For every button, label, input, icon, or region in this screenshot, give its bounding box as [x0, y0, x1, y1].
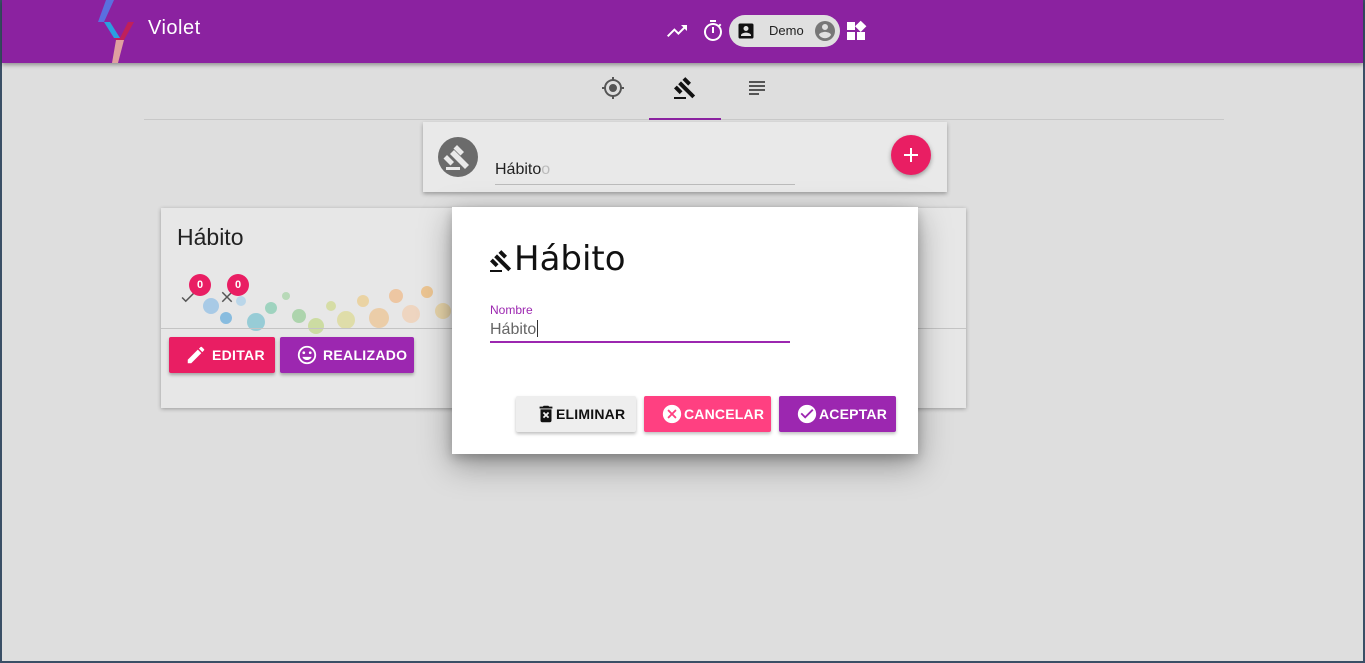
edit-button[interactable]: EDITAR [169, 337, 275, 373]
app-title: Violet [148, 17, 201, 39]
app-bar: Violet Demo [2, 0, 1363, 63]
dialog-title: Hábito [514, 239, 626, 279]
edit-habit-dialog: Hábito Nombre Hábito ELIMINAR CANCELAR A… [452, 207, 918, 454]
accept-button[interactable]: ACEPTAR [779, 396, 896, 432]
account-circle-icon [815, 21, 835, 41]
failed-count-badge: 0 [227, 274, 249, 296]
check-circle-icon [797, 404, 817, 424]
accept-button-label: ACEPTAR [819, 406, 888, 422]
cancel-button[interactable]: CANCELAR [644, 396, 771, 432]
done-button-label: REALIZADO [323, 347, 408, 363]
trash-icon [539, 405, 553, 423]
notes-icon [749, 81, 765, 95]
pencil-icon [187, 346, 205, 364]
new-habit-input[interactable]: Hábitoo [495, 158, 795, 185]
smiley-icon [297, 345, 317, 365]
tab-bar [144, 64, 1224, 120]
done-count-badge: 0 [189, 274, 211, 296]
trending-up-icon[interactable] [665, 19, 689, 43]
contact-badge-icon [738, 23, 754, 39]
name-field-value: Hábito [490, 321, 537, 338]
edit-button-label: EDITAR [212, 347, 265, 363]
add-habit-button[interactable] [891, 135, 931, 175]
gavel-icon [490, 250, 512, 272]
add-habit-card: Hábitoo [423, 122, 947, 192]
tab-notes[interactable] [721, 64, 793, 119]
user-chip[interactable]: Demo [729, 15, 840, 47]
cancel-button-label: CANCELAR [684, 406, 765, 422]
delete-button-label: ELIMINAR [556, 406, 626, 422]
gavel-icon [674, 77, 696, 99]
new-habit-ghost: o [541, 161, 551, 178]
done-button[interactable]: REALIZADO [280, 337, 414, 373]
delete-button[interactable]: ELIMINAR [516, 396, 636, 432]
tab-goals[interactable] [577, 64, 649, 119]
cancel-circle-icon [662, 404, 682, 424]
new-habit-value: Hábito [495, 161, 542, 178]
widgets-icon[interactable] [844, 19, 868, 43]
user-name: Demo [769, 23, 804, 38]
name-field[interactable]: Hábito [490, 319, 790, 343]
timer-icon[interactable] [701, 19, 725, 43]
plus-icon [904, 148, 918, 162]
name-field-label: Nombre [490, 303, 533, 317]
habit-title: Hábito [177, 224, 244, 250]
text-caret [537, 320, 539, 337]
target-icon [602, 77, 624, 99]
violet-logo-icon [98, 0, 134, 63]
gavel-circle-icon [438, 137, 478, 177]
tab-habits[interactable] [649, 64, 721, 120]
